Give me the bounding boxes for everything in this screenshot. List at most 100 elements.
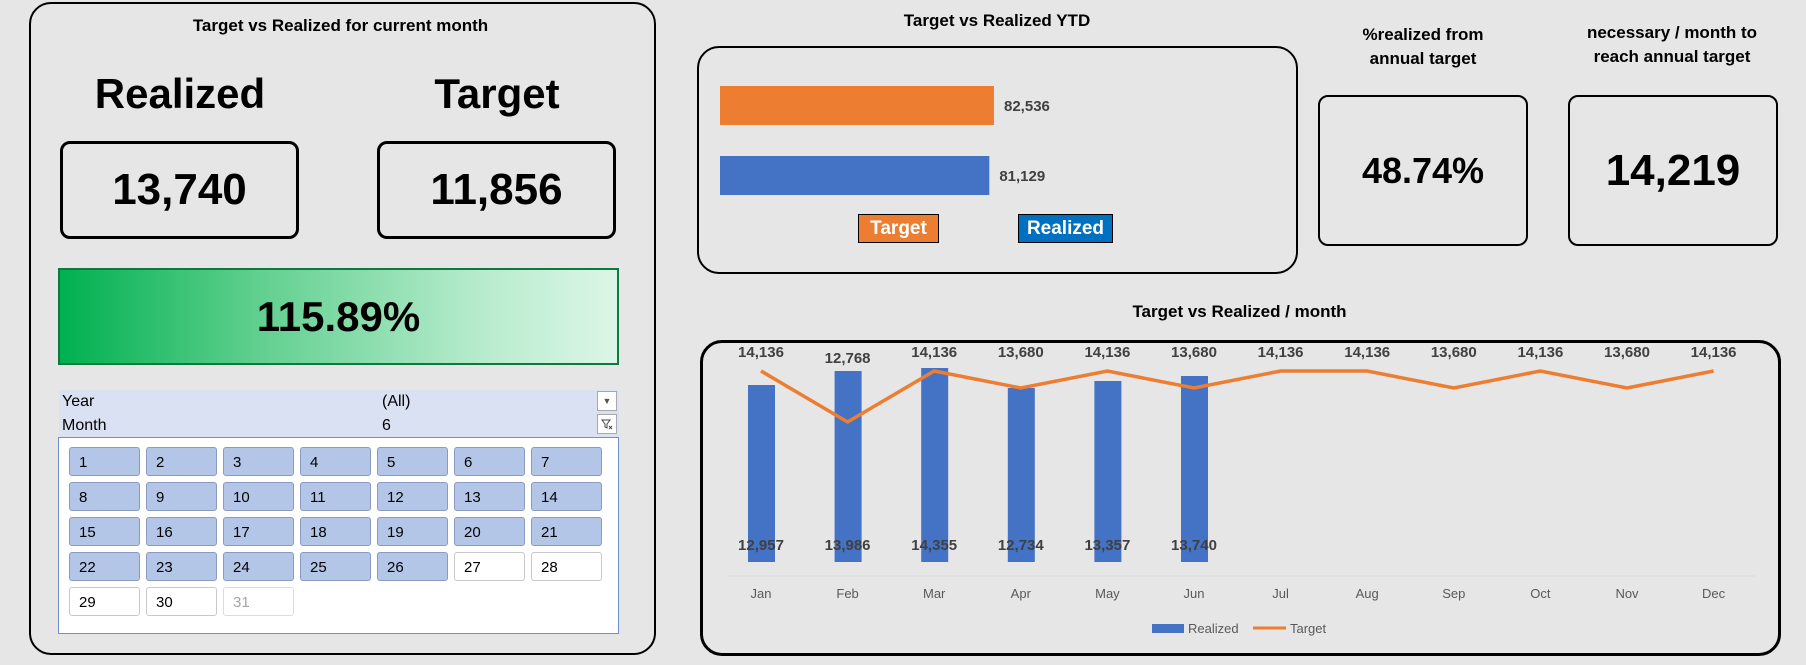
monthly-target-label-oct: 14,136 bbox=[1517, 344, 1563, 361]
realized-value-box: 13,740 bbox=[60, 141, 299, 239]
day-slicer-item-24[interactable]: 24 bbox=[223, 552, 294, 581]
monthly-bar-label-feb: 13,986 bbox=[825, 537, 871, 554]
ytd-legend-realized: Realized bbox=[1018, 214, 1113, 243]
monthly-target-label-nov: 13,680 bbox=[1604, 344, 1650, 361]
monthly-target-label-apr: 13,680 bbox=[998, 344, 1044, 361]
day-slicer-item-3[interactable]: 3 bbox=[223, 447, 294, 476]
day-slicer-item-8[interactable]: 8 bbox=[69, 482, 140, 511]
year-filter-value: (All) bbox=[382, 393, 411, 410]
monthly-target-label-sep: 13,680 bbox=[1431, 344, 1477, 361]
monthly-bar-realized-apr bbox=[1007, 388, 1035, 562]
day-slicer-item-5[interactable]: 5 bbox=[377, 447, 448, 476]
day-slicer-item-4[interactable]: 4 bbox=[300, 447, 371, 476]
x-tick-label: Jul bbox=[1272, 586, 1289, 601]
month-filter-label: Month bbox=[62, 417, 107, 434]
ytd-bar-target bbox=[720, 86, 994, 125]
current-month-title: Target vs Realized for current month bbox=[192, 16, 489, 35]
monthly-target-label-dec: 14,136 bbox=[1691, 344, 1737, 361]
month-filter-dropdown[interactable] bbox=[597, 414, 617, 434]
monthly-target-label-jun: 13,680 bbox=[1171, 344, 1217, 361]
day-slicer-item-31[interactable]: 31 bbox=[223, 587, 294, 616]
day-slicer-item-26[interactable]: 26 bbox=[377, 552, 448, 581]
x-tick-label: Dec bbox=[1702, 586, 1726, 601]
x-tick-label: Jan bbox=[751, 586, 772, 601]
necessary-title-line1: necessary / month to bbox=[1586, 23, 1758, 42]
x-tick-label: Sep bbox=[1442, 586, 1465, 601]
ytd-legend-target: Target bbox=[858, 214, 939, 243]
ytd-bar-realized bbox=[720, 156, 990, 195]
monthly-bar-realized-jun bbox=[1181, 376, 1208, 562]
day-slicer-item-28[interactable]: 28 bbox=[531, 552, 602, 581]
year-filter-label: Year bbox=[62, 393, 95, 410]
monthly-bar-label-jun: 13,740 bbox=[1171, 537, 1217, 554]
x-tick-label: Apr bbox=[1011, 586, 1032, 601]
day-slicer-item-9[interactable]: 9 bbox=[146, 482, 217, 511]
day-slicer-item-25[interactable]: 25 bbox=[300, 552, 371, 581]
x-tick-label: Feb bbox=[836, 586, 858, 601]
day-slicer-item-15[interactable]: 15 bbox=[69, 517, 140, 546]
monthly-target-label-may: 14,136 bbox=[1084, 344, 1130, 361]
legend-target-label: Target bbox=[1290, 621, 1327, 636]
day-slicer-item-17[interactable]: 17 bbox=[223, 517, 294, 546]
monthly-bar-realized-feb bbox=[834, 371, 862, 562]
monthly-bar-label-mar: 14,355 bbox=[911, 537, 957, 554]
monthly-target-label-jan: 14,136 bbox=[738, 344, 784, 361]
pct-annual-title-line2: annual target bbox=[1369, 49, 1477, 68]
monthly-bar-realized-may bbox=[1094, 381, 1122, 562]
day-slicer-item-22[interactable]: 22 bbox=[69, 552, 140, 581]
monthly-target-line bbox=[760, 369, 1714, 425]
chevron-down-icon: ▼ bbox=[602, 396, 612, 406]
x-tick-label: Mar bbox=[923, 586, 946, 601]
monthly-target-label-jul: 14,136 bbox=[1258, 344, 1304, 361]
day-slicer-item-29[interactable]: 29 bbox=[69, 587, 140, 616]
pct-annual-value-box: 48.74% bbox=[1318, 95, 1528, 246]
monthly-bar-label-jan: 12,957 bbox=[738, 537, 784, 554]
target-heading: Target bbox=[434, 70, 560, 117]
monthly-target-label-aug: 14,136 bbox=[1344, 344, 1390, 361]
day-slicer-item-13[interactable]: 13 bbox=[454, 482, 525, 511]
day-slicer-item-10[interactable]: 10 bbox=[223, 482, 294, 511]
ytd-bar-label-target: 82,536 bbox=[1004, 98, 1050, 115]
target-value-box: 11,856 bbox=[377, 141, 616, 239]
ytd-chart: 82,536 81,129 bbox=[720, 86, 1050, 195]
day-slicer-item-19[interactable]: 19 bbox=[377, 517, 448, 546]
ytd-bar-label-realized: 81,129 bbox=[999, 168, 1045, 185]
x-tick-label: Nov bbox=[1615, 586, 1639, 601]
day-slicer-item-23[interactable]: 23 bbox=[146, 552, 217, 581]
day-slicer-item-2[interactable]: 2 bbox=[146, 447, 217, 476]
day-slicer-item-6[interactable]: 6 bbox=[454, 447, 525, 476]
day-slicer-item-20[interactable]: 20 bbox=[454, 517, 525, 546]
legend-realized-swatch bbox=[1152, 624, 1184, 633]
day-slicer-item-7[interactable]: 7 bbox=[531, 447, 602, 476]
realized-percent-bar: 115.89% bbox=[58, 268, 619, 365]
filter-icon bbox=[601, 419, 613, 430]
legend-realized-label: Realized bbox=[1188, 621, 1239, 636]
year-filter-dropdown[interactable]: ▼ bbox=[597, 391, 617, 411]
day-slicer-item-16[interactable]: 16 bbox=[146, 517, 217, 546]
day-slicer-item-11[interactable]: 11 bbox=[300, 482, 371, 511]
monthly-bar-label-may: 13,357 bbox=[1084, 537, 1130, 554]
monthly-chart: 12,957 13,986 14,355 12,734 13,357 13,740 14,1… bbox=[727, 344, 1755, 636]
monthly-title: Target vs Realized / month bbox=[1132, 302, 1347, 321]
x-tick-label: Aug bbox=[1356, 586, 1379, 601]
month-filter-value: 6 bbox=[382, 417, 391, 434]
pivot-filter-area bbox=[59, 390, 619, 437]
monthly-bar-realized-mar bbox=[921, 368, 949, 562]
day-slicer-item-21[interactable]: 21 bbox=[531, 517, 602, 546]
pct-annual-title-line1: %realized from bbox=[1362, 25, 1484, 44]
day-slicer-item-18[interactable]: 18 bbox=[300, 517, 371, 546]
x-tick-label: May bbox=[1095, 586, 1120, 601]
ytd-title: Target vs Realized YTD bbox=[903, 11, 1091, 30]
monthly-target-label-feb: 12,768 bbox=[825, 350, 871, 367]
day-slicer-item-30[interactable]: 30 bbox=[146, 587, 217, 616]
monthly-target-label-mar: 14,136 bbox=[911, 344, 957, 361]
realized-heading: Realized bbox=[94, 70, 266, 117]
necessary-value-box: 14,219 bbox=[1568, 95, 1778, 246]
day-slicer: 1 2 3 4 5 6 7 8 9 10 11 12 13 14 15 16 17 18 19 20 21 22 23 24 2… bbox=[58, 437, 619, 634]
x-tick-label: Jun bbox=[1184, 586, 1205, 601]
day-slicer-item-1[interactable]: 1 bbox=[69, 447, 140, 476]
day-slicer-item-12[interactable]: 12 bbox=[377, 482, 448, 511]
day-slicer-item-14[interactable]: 14 bbox=[531, 482, 602, 511]
day-slicer-item-27[interactable]: 27 bbox=[454, 552, 525, 581]
x-tick-label: Oct bbox=[1530, 586, 1551, 601]
